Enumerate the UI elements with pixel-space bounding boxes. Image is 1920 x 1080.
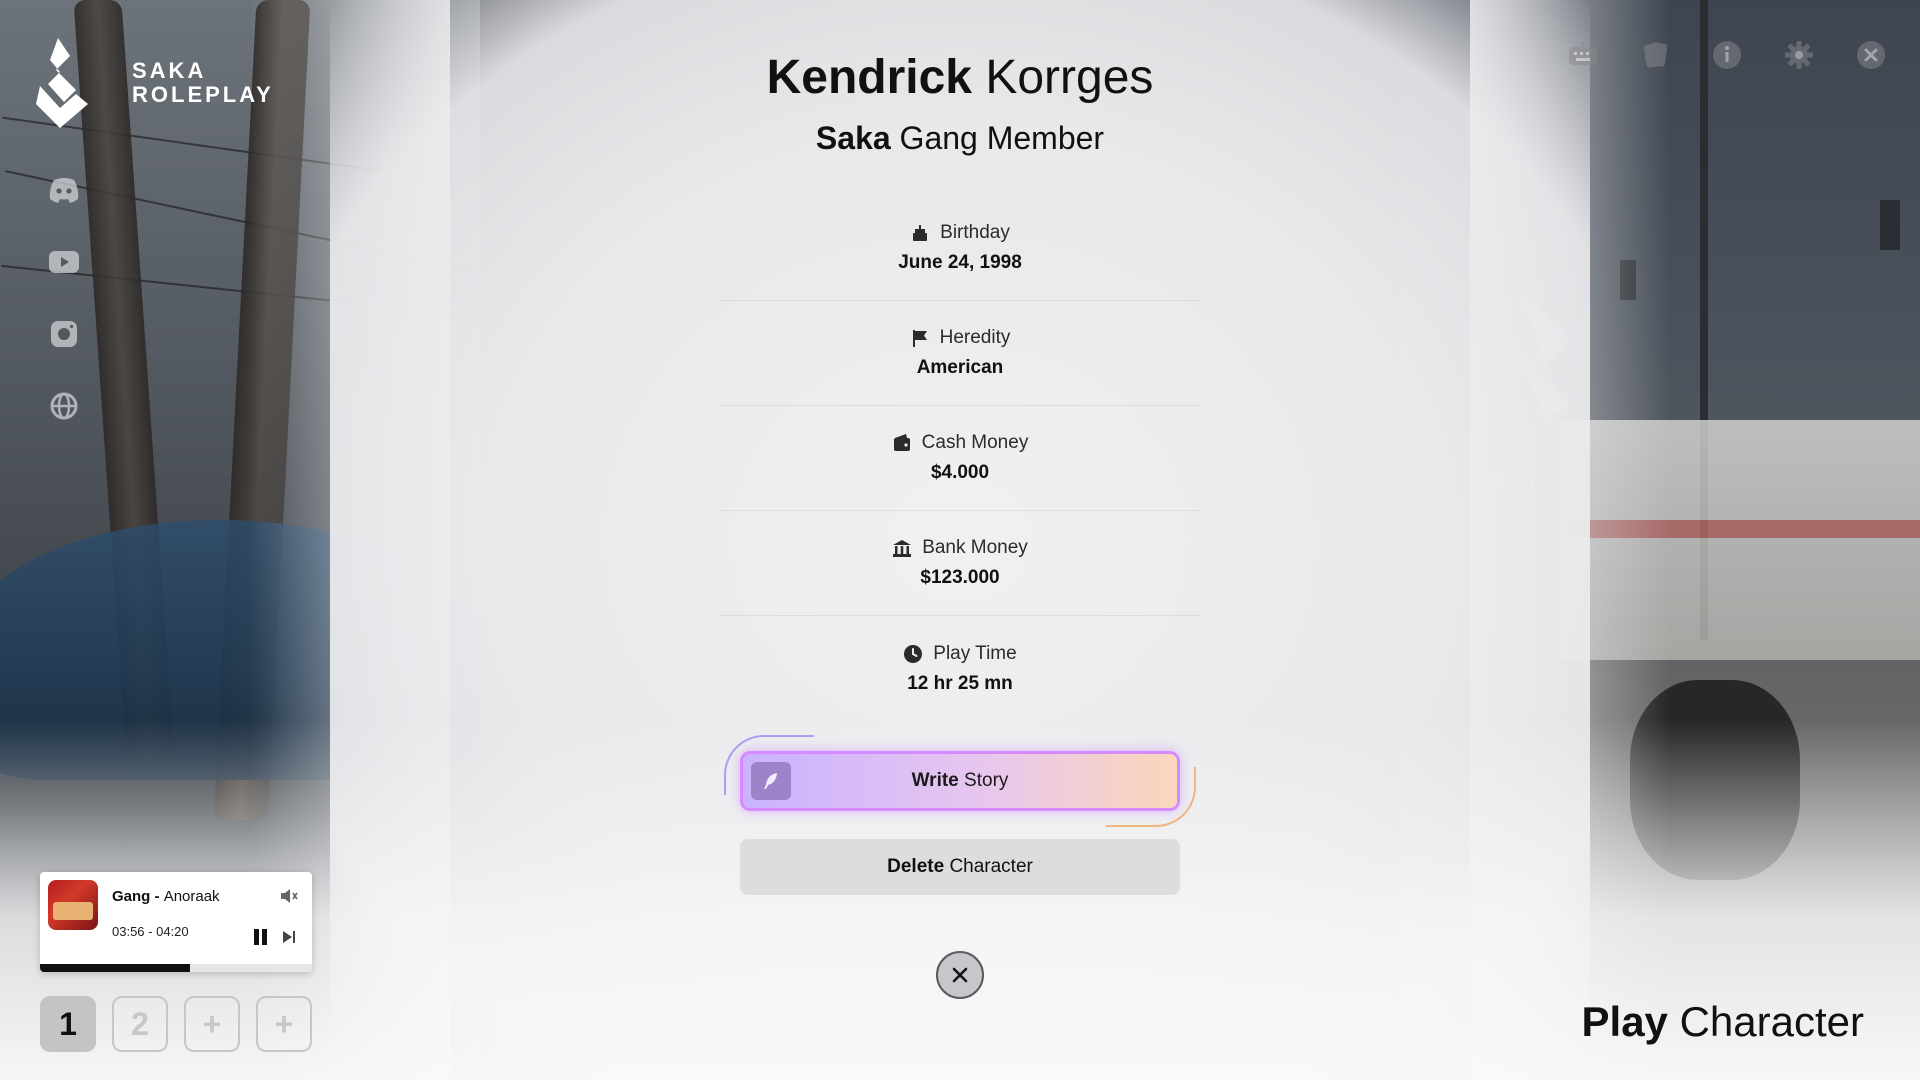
stat-label: Birthday	[940, 222, 1010, 243]
play-bold: Play	[1581, 998, 1668, 1045]
stat-heredity: Heredity American	[720, 301, 1200, 406]
saka-logo-icon	[36, 38, 88, 128]
stats-list: Birthday June 24, 1998 Heredity American	[720, 196, 1200, 721]
music-player: Gang - Anoraak 03:56 - 04:20	[40, 872, 312, 972]
delete-rest: Character	[949, 856, 1033, 877]
brand-name: SAKA ROLEPLAY	[132, 59, 274, 107]
character-name: Kendrick Korrges	[720, 48, 1200, 108]
character-card: Kendrick Korrges Saka Gang Member Birthd…	[720, 0, 1200, 999]
track-time: 03:56 - 04:20	[112, 924, 189, 939]
brand-line1: SAKA	[132, 58, 207, 83]
delete-character-button[interactable]: Delete Character	[740, 839, 1180, 895]
delete-bold: Delete	[887, 856, 945, 877]
album-cover	[48, 880, 98, 930]
character-role: Saka Gang Member	[720, 118, 1200, 158]
stat-value: $4.000	[930, 462, 990, 483]
cake-icon	[913, 225, 928, 241]
top-toolbar	[1568, 40, 1886, 70]
track-separator: -	[150, 888, 164, 905]
stat-value: 12 hr 25 mn	[907, 672, 1013, 694]
cards-icon[interactable]	[1640, 40, 1670, 70]
play-rest: Character	[1679, 998, 1864, 1045]
stat-label: Cash Money	[921, 432, 1029, 453]
write-story-wrapper: Write Story	[724, 735, 1196, 827]
first-name: Kendrick	[766, 51, 972, 104]
slot-2[interactable]: 2	[112, 996, 168, 1052]
gear-icon[interactable]	[1784, 40, 1814, 70]
track-progress[interactable]	[40, 964, 312, 972]
instagram-icon[interactable]	[48, 320, 80, 348]
close-panel-button[interactable]	[936, 951, 984, 999]
stat-value: American	[916, 357, 1004, 378]
slot-add[interactable]: +	[184, 996, 240, 1052]
x-icon	[952, 967, 968, 983]
keyboard-icon[interactable]	[1568, 40, 1598, 70]
write-rest: Story	[964, 770, 1009, 791]
org-name: Saka	[815, 120, 891, 156]
stat-value: June 24, 1998	[898, 252, 1022, 273]
stat-birthday: Birthday June 24, 1998	[720, 196, 1200, 301]
discord-icon[interactable]	[48, 176, 80, 204]
stat-playtime: Play Time 12 hr 25 mn	[720, 616, 1200, 721]
stat-label: Play Time	[933, 642, 1017, 664]
close-icon[interactable]	[1856, 40, 1886, 70]
pause-icon[interactable]	[252, 928, 270, 946]
youtube-icon[interactable]	[48, 248, 80, 276]
next-track-icon[interactable]	[282, 930, 296, 944]
brand-logo: SAKA ROLEPLAY	[36, 38, 274, 128]
volume-icon[interactable]	[280, 888, 298, 904]
wallet-icon	[893, 434, 910, 451]
play-character-button[interactable]: Play Character	[1582, 998, 1864, 1046]
track-artist: Gang	[112, 888, 151, 905]
social-links	[48, 176, 80, 420]
clock-icon	[904, 644, 923, 663]
track-title: Anoraak	[163, 888, 220, 905]
stat-bank: Bank Money $123.000	[720, 511, 1200, 616]
stat-label: Bank Money	[922, 537, 1028, 558]
write-bold: Write	[911, 770, 959, 791]
flag-icon	[912, 330, 927, 347]
stat-label: Heredity	[939, 327, 1011, 348]
globe-icon[interactable]	[48, 392, 80, 420]
info-icon[interactable]	[1712, 40, 1742, 70]
slot-add[interactable]: +	[256, 996, 312, 1052]
feather-icon	[751, 762, 791, 800]
track-progress-fill	[40, 964, 190, 972]
stat-value: $123.000	[920, 567, 1000, 588]
write-story-button[interactable]: Write Story	[740, 751, 1180, 811]
slot-1[interactable]: 1	[40, 996, 96, 1052]
stat-cash: Cash Money $4.000	[720, 406, 1200, 511]
bank-icon	[893, 540, 912, 557]
role-name: Gang Member	[899, 120, 1105, 156]
character-slots: 1 2 + +	[40, 996, 312, 1052]
track-info: Gang - Anoraak	[112, 888, 220, 905]
brand-line2: ROLEPLAY	[132, 82, 274, 107]
last-name: Korrges	[985, 51, 1154, 104]
traffic-light	[1880, 200, 1900, 250]
